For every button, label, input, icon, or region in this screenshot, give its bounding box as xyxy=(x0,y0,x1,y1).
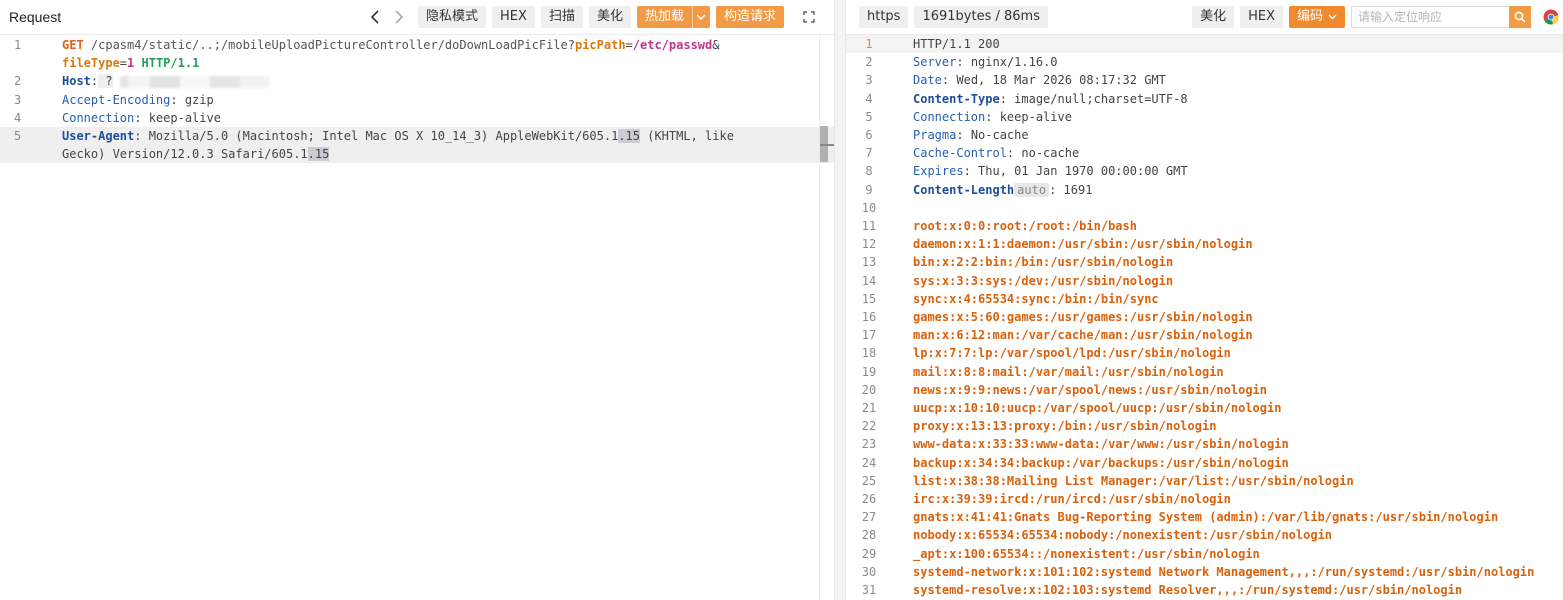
encoding-label: 编码 xyxy=(1296,9,1323,24)
response-body-line: 23 www-data:x:33:33:www-data:/var/www:/us… xyxy=(861,437,1289,452)
encoding-dropdown[interactable]: 编码 xyxy=(1288,6,1345,28)
response-body: 11 root:x:0:0:root:/root:/bin/bash 12 daemo… xyxy=(846,217,1563,599)
response-body-line: 11 root:x:0:0:root:/root:/bin/bash xyxy=(861,219,1137,234)
response-body-line: 19 mail:x:8:8:mail:/var/mail:/usr/sbin/no… xyxy=(861,364,1224,379)
response-header-line: 2 Server: nginx/1.16.0 xyxy=(865,55,1058,70)
response-body-line: 18 lp:x:7:7:lp:/var/spool/lpd:/usr/sbin/n… xyxy=(861,346,1231,361)
request-line: 4 Connection: keep-alive xyxy=(14,110,221,125)
redacted-host xyxy=(119,75,270,88)
response-body-line: 12 daemon:x:1:1:daemon:/usr/sbin:/usr/sbi… xyxy=(861,237,1253,252)
response-body-line: 27 gnats:x:41:41:Gnats Bug-Reporting Syst… xyxy=(861,510,1499,525)
request-hex-button[interactable]: HEX xyxy=(492,6,535,28)
response-body-line: 25 list:x:38:38:Mailing List Manager:/var… xyxy=(861,473,1354,488)
response-header-line: 5 Connection: keep-alive xyxy=(865,109,1072,124)
response-header-line: 4 Content-Type: image/null;charset=UTF-8 xyxy=(865,91,1188,106)
response-status-line: 1 HTTP/1.1 200 xyxy=(846,35,1563,54)
request-line-active: Gecko) Version/12.0.3 Safari/605.1.15 xyxy=(0,145,834,164)
scheme-badge: https xyxy=(859,6,909,28)
response-body-line: 14 sys:x:3:3:sys:/dev:/usr/sbin/nologin xyxy=(861,273,1174,288)
response-header-line: 6 Pragma: No-cache xyxy=(865,128,1029,143)
response-body-line: 29 _apt:x:100:65534::/nonexistent:/usr/sb… xyxy=(861,546,1260,561)
response-body-line: 24 backup:x:34:34:backup:/var/backups:/us… xyxy=(861,455,1289,470)
request-scroll-track xyxy=(819,35,820,600)
response-toolbar: https 1691bytes / 86ms 美化 HEX 编码 xyxy=(846,0,1563,35)
fullscreen-icon[interactable] xyxy=(798,6,820,28)
request-line: 2 Host: ? xyxy=(0,72,834,90)
scroll-position-marker xyxy=(820,144,834,146)
chevron-down-icon xyxy=(1328,14,1337,20)
chrome-icon[interactable] xyxy=(1543,9,1559,25)
scan-button[interactable]: 扫描 xyxy=(540,6,583,28)
response-search xyxy=(1351,6,1531,28)
hot-load-dropdown-icon[interactable] xyxy=(691,6,710,28)
search-icon[interactable] xyxy=(1509,6,1531,28)
response-body-line: 31 systemd-resolve:x:102:103:systemd Reso… xyxy=(861,583,1463,598)
pane-divider[interactable] xyxy=(834,0,846,600)
build-request-button[interactable]: 构造请求 xyxy=(715,6,784,28)
response-body-line: 30 systemd-network:x:101:102:systemd Netw… xyxy=(861,564,1535,579)
response-body-line: 21 uucp:x:10:10:uucp:/var/spool/uucp:/usr… xyxy=(861,401,1282,416)
back-arrow-icon[interactable] xyxy=(364,6,386,28)
response-body-line: 28 nobody:x:65534:65534:nobody:/nonexiste… xyxy=(861,528,1333,543)
response-body-line: 15 sync:x:4:65534:sync:/bin:/bin/sync xyxy=(861,291,1159,306)
response-header-line: 9 Content-Length auto: 1691 xyxy=(865,182,1093,197)
response-search-input[interactable] xyxy=(1351,6,1509,28)
request-beautify-button[interactable]: 美化 xyxy=(588,6,631,28)
forward-arrow-icon[interactable] xyxy=(388,6,410,28)
request-toolbar: Request 隐私模式 HEX 扫描 美化 热加载 构造请求 xyxy=(0,0,834,35)
response-body-line: 17 man:x:6:12:man:/var/cache/man:/usr/sbi… xyxy=(861,328,1253,343)
hot-load-button[interactable]: 热加载 xyxy=(636,6,692,28)
auto-tag[interactable]: auto xyxy=(1014,182,1050,197)
response-beautify-button[interactable]: 美化 xyxy=(1192,6,1235,28)
response-blank-line: 10 xyxy=(861,200,877,215)
request-line-active: 5 User-Agent: Mozilla/5.0 (Macintosh; In… xyxy=(0,127,834,146)
request-pane: Request 隐私模式 HEX 扫描 美化 热加载 构造请求 1 GET /c… xyxy=(0,0,834,600)
request-line: fileType=1 HTTP/1.1 xyxy=(62,56,200,71)
response-header-line: 7 Cache-Control: no-cache xyxy=(865,146,1080,161)
request-editor[interactable]: 1 GET /cpasm4/static/..;/mobileUploadPic… xyxy=(0,35,834,600)
request-title: Request xyxy=(9,9,62,25)
response-header-line: 8 Expires: Thu, 01 Jan 1970 00:00:00 GMT xyxy=(865,164,1188,179)
response-body-line: 16 games:x:5:60:games:/usr/games:/usr/sbi… xyxy=(861,310,1253,325)
response-pane: https 1691bytes / 86ms 美化 HEX 编码 1 HTTP/… xyxy=(846,0,1563,600)
response-hex-button[interactable]: HEX xyxy=(1240,6,1283,28)
hot-load-split-button: 热加载 xyxy=(636,6,710,28)
privacy-mode-button[interactable]: 隐私模式 xyxy=(418,6,487,28)
response-body-line: 20 news:x:9:9:news:/var/spool/news:/usr/s… xyxy=(861,382,1268,397)
response-body-line: 26 irc:x:39:39:ircd:/run/ircd:/usr/sbin/n… xyxy=(861,492,1231,507)
response-body-line: 22 proxy:x:13:13:proxy:/bin:/usr/sbin/nol… xyxy=(861,419,1217,434)
response-body-line: 13 bin:x:2:2:bin:/bin:/usr/sbin/nologin xyxy=(861,255,1174,270)
request-line: 1 GET /cpasm4/static/..;/mobileUploadPic… xyxy=(14,38,720,52)
response-stats: 1691bytes / 86ms xyxy=(914,6,1048,28)
request-line: 3 Accept-Encoding: gzip xyxy=(14,92,214,107)
response-header-line: 3 Date: Wed, 18 Mar 2026 08:17:32 GMT xyxy=(865,73,1166,88)
response-editor[interactable]: 1 HTTP/1.1 200 2 Server: nginx/1.16.0 3 … xyxy=(846,35,1563,600)
